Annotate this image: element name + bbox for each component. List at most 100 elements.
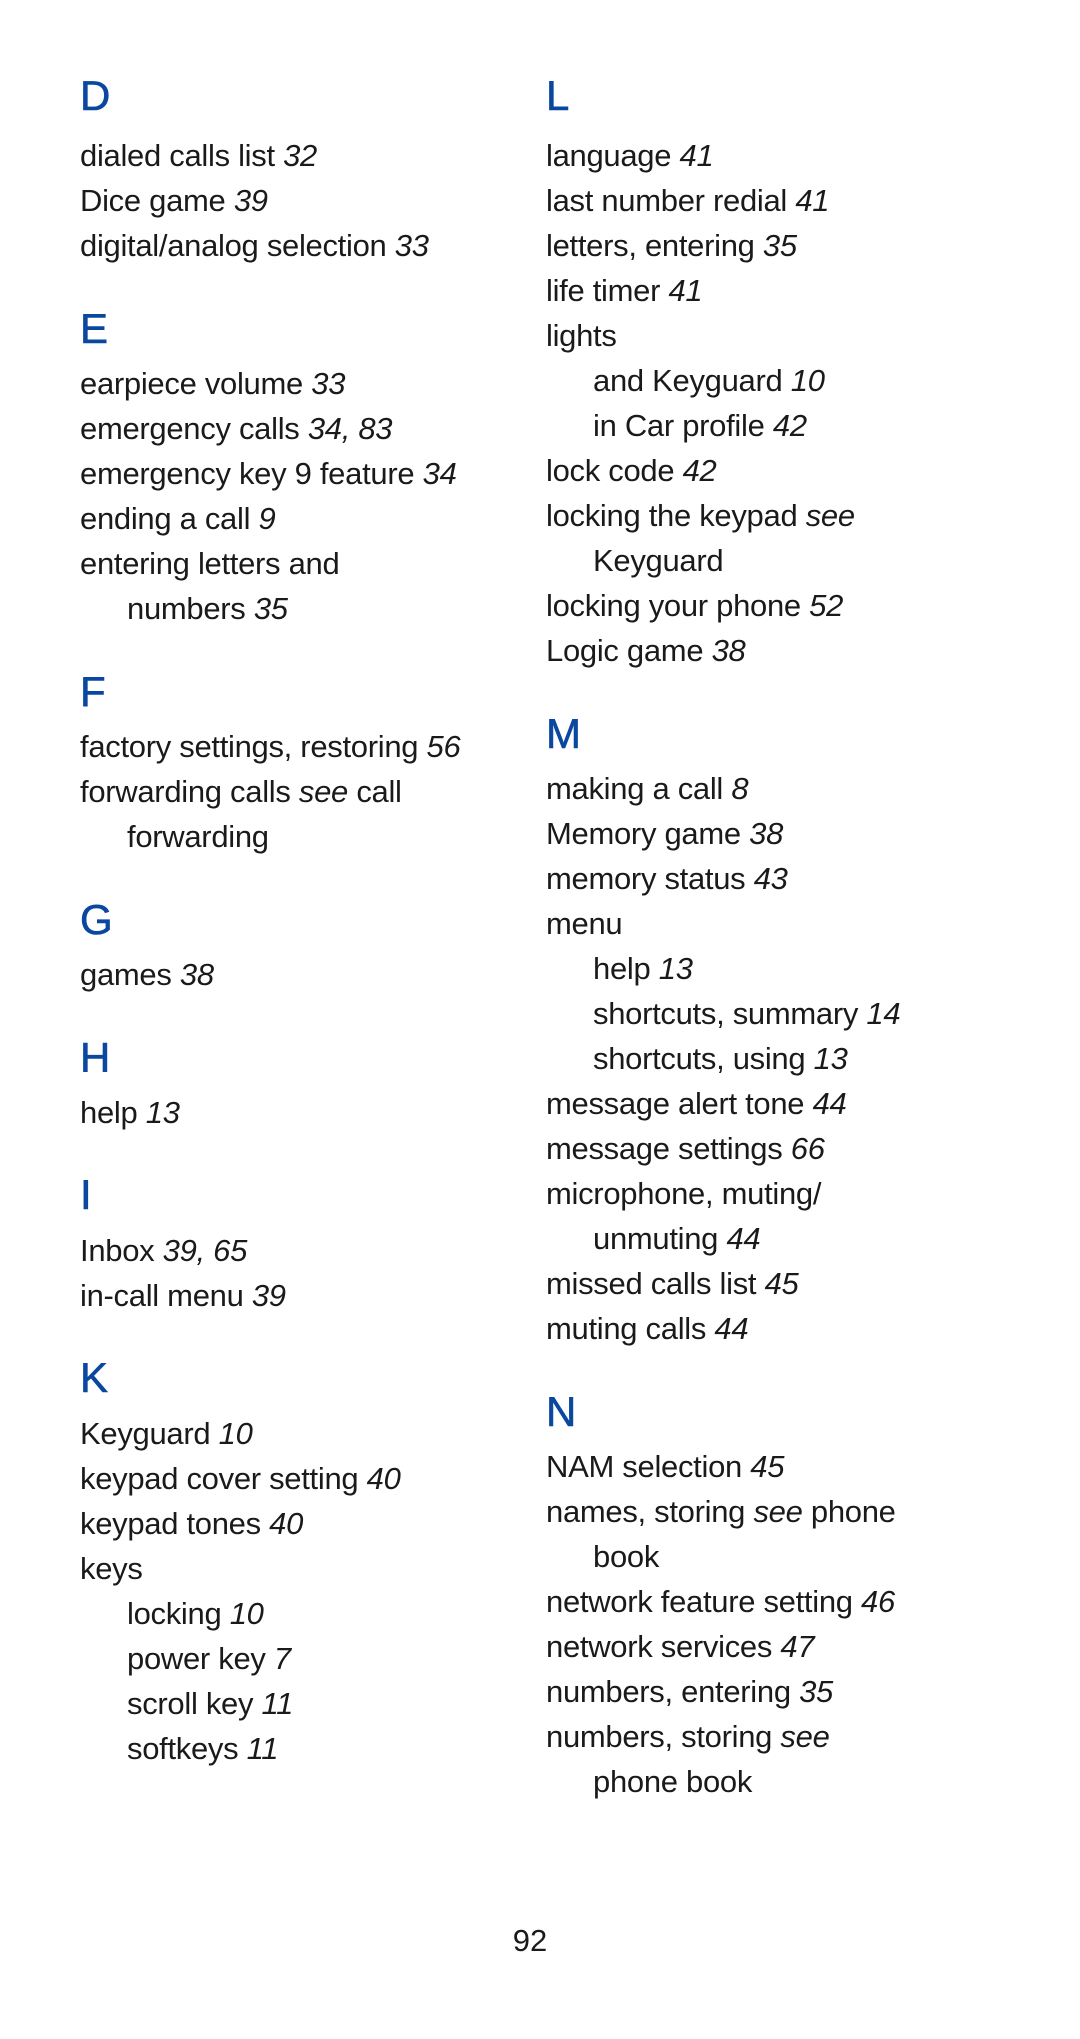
entry-term: emergency calls [80,411,300,447]
page-reference: 44 [726,1221,761,1257]
index-entry: making a call 8 [546,766,1016,811]
entry-term: and Keyguard [593,363,783,399]
index-entry: factory settings, restoring 56 [80,724,520,769]
page-reference: 35 [799,1674,833,1710]
index-entry: message settings 66 [546,1126,1016,1171]
entry-term: network services [546,1629,773,1665]
entry-term: emergency key 9 feature [80,456,415,492]
index-entry: message alert tone 44 [546,1081,1016,1126]
page-reference: 40 [269,1505,304,1541]
entry-term: locking the keypad [546,498,798,534]
index-entry: Logic game 38 [546,628,1016,673]
entry-term: NAM selection [546,1449,742,1485]
index-entry: digital/analog selection 33 [80,223,520,268]
page-reference: 13 [145,1094,180,1130]
index-subentry: in Car profile 42 [546,403,1016,448]
index-entry: Keyguard 10 [80,1411,520,1456]
entry-term: language [546,138,672,174]
index-entry: numbers, entering 35 [546,1669,1016,1714]
index-subentry: scroll key 11 [80,1681,520,1726]
index-subentry: help 13 [546,946,1016,991]
index-subentry: numbers 35 [80,586,520,631]
index-entry: network services 47 [546,1624,1016,1669]
entry-term: numbers, storing [546,1719,773,1755]
entry-term: memory status [546,861,746,897]
entry-term: letters, entering [546,228,755,264]
entry-term: making a call [546,771,724,807]
index-subentry: unmuting 44 [546,1216,1016,1261]
see-reference-label: see [780,1719,830,1755]
index-entry: Memory game 38 [546,811,1016,856]
see-reference-label: see [805,498,855,534]
index-entry: last number redial 41 [546,178,1016,223]
page-reference: 35 [762,228,797,264]
index-section-k: K Keyguard 10 keypad cover setting 40 keypa… [80,1353,520,1770]
index-subentry: shortcuts, using 13 [546,1036,1016,1081]
page-reference: 56 [426,729,461,765]
index-section-l: Llanguage 41 last number redial 41 letters… [546,71,1016,673]
index-entry: ending a call 9 [80,496,520,541]
page-reference: 11 [261,1685,294,1721]
page-reference: 32 [283,138,317,174]
entry-term: shortcuts, summary [593,996,859,1032]
index-entry: lock code 42 [546,448,1016,493]
page-reference: 13 [813,1041,848,1077]
entry-term: network feature setting [546,1584,853,1620]
entry-term: locking your phone [546,588,801,624]
section-letter-heading: F [80,667,106,715]
index-column-left: Ddialed calls list 32 Dice game 39 digital… [80,71,520,1771]
index-entry: muting calls 44 [546,1306,1016,1351]
page-reference: 9 [258,501,276,537]
page-reference: 10 [229,1595,264,1631]
entry-term: shortcuts, using [593,1041,806,1077]
index-subentry: and Keyguard 10 [546,358,1016,403]
index-entry: language 41 [546,133,1016,178]
page-reference: 39 [251,1277,286,1313]
entry-term: Logic game [546,633,704,669]
page-reference: 34, 83 [307,411,393,447]
entry-term: muting calls [546,1311,707,1347]
page-reference: 7 [273,1640,291,1676]
page-reference: 66 [790,1131,825,1167]
see-reference-label: see [753,1494,803,1530]
section-letter-heading: L [546,72,570,120]
index-entry: entering letters and [80,541,520,586]
page-reference: 39, 65 [162,1232,248,1268]
index-subentry: Keyguard [546,538,1016,583]
index-section-e: Eearpiece volume 33 emergency calls 34, 8… [80,304,520,631]
entry-term: numbers, entering [546,1674,791,1710]
page-reference: 45 [750,1449,785,1485]
entry-term: numbers [127,591,246,627]
entry-term: missed calls list [546,1266,757,1302]
entry-term: in Car profile [593,408,765,444]
page-reference: 47 [780,1629,815,1665]
page-reference: 38 [711,633,746,669]
index-entry: keys [80,1546,520,1591]
entry-term: lock code [546,453,675,489]
page-reference: 10 [790,363,825,399]
entry-term: factory settings, restoring [80,729,419,765]
entry-term: locking [127,1595,222,1631]
entry-term: power key [127,1640,266,1676]
index-entry: games 38 [80,952,520,997]
index-entry: dialed calls list 32 [80,133,520,178]
index-entry: locking your phone 52 [546,583,1016,628]
index-entry: names, storing see phone [546,1489,1016,1534]
index-section-d: Ddialed calls list 32 Dice game 39 digital… [80,71,520,268]
index-subentry: forwarding [80,814,520,859]
entry-term: keypad cover setting [80,1460,359,1496]
index-entry: emergency key 9 feature 34 [80,451,520,496]
entry-term: in-call menu [80,1277,244,1313]
index-subentry: power key 7 [80,1636,520,1681]
index-entry: locking the keypad see [546,493,1016,538]
entry-term: scroll key [127,1685,254,1721]
index-section-g: Ggames 38 [80,895,520,997]
see-reference-target: call [356,774,402,810]
entry-term: life timer [546,273,661,309]
entry-term: games [80,956,172,992]
index-entry: missed calls list 45 [546,1261,1016,1306]
index-entry: numbers, storing see [546,1714,1016,1759]
index-section-m: Mmaking a call 8 Memory game 38 memory sta… [546,709,1016,1351]
page-reference: 46 [861,1584,895,1620]
index-entry: network feature setting 46 [546,1579,1016,1624]
